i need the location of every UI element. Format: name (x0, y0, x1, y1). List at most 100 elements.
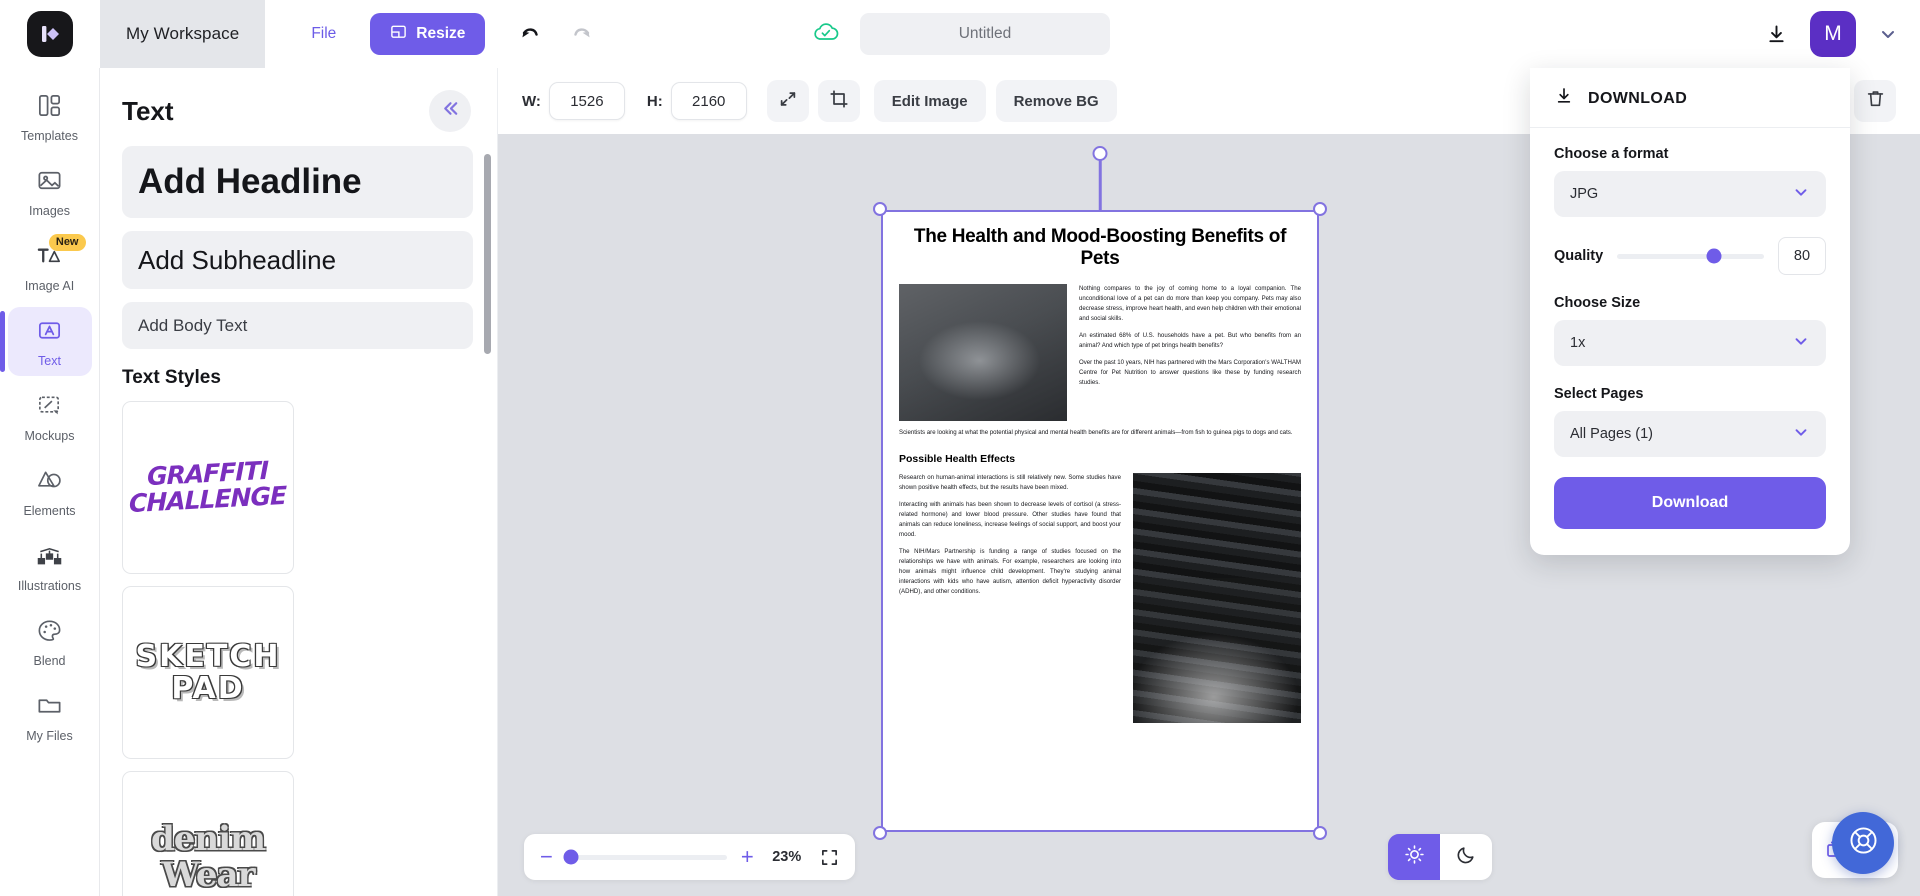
sidebar-item-images[interactable]: Images (8, 157, 92, 226)
text-style-card-denim[interactable]: denim Wear (122, 771, 294, 896)
rotate-handle[interactable] (1092, 146, 1108, 161)
quality-input[interactable]: 80 (1778, 237, 1826, 275)
resize-diagonal-icon (778, 89, 798, 114)
chevrons-left-icon (440, 98, 461, 124)
add-headline-preset[interactable]: Add Headline (122, 146, 473, 218)
zoom-level-value: 23% (772, 849, 802, 865)
redo-icon[interactable] (569, 21, 595, 47)
text-style-card-sketch[interactable]: SKETCH PAD (122, 586, 294, 759)
fit-screen-icon[interactable] (820, 848, 839, 867)
add-body-text-preset[interactable]: Add Body Text (122, 302, 473, 349)
size-select[interactable]: 1x (1554, 320, 1826, 366)
scale-button[interactable] (766, 80, 809, 122)
collapse-panel-button[interactable] (429, 90, 471, 132)
dark-theme-button[interactable] (1440, 834, 1492, 880)
sidebar-item-mockups[interactable]: Mockups (8, 382, 92, 451)
cloud-saved-icon (810, 19, 842, 50)
pages-label: Select Pages (1554, 386, 1644, 402)
blend-icon (36, 617, 63, 649)
sidebar-item-label: Templates (21, 129, 78, 143)
chevron-down-icon (1792, 423, 1810, 445)
trash-icon (1865, 88, 1886, 114)
sidebar-item-my-files[interactable]: My Files (8, 682, 92, 751)
text-panel-header: Text (100, 68, 497, 146)
sidebar-item-label: Illustrations (17, 579, 82, 593)
resize-handle-bottom-left[interactable] (873, 826, 887, 840)
undo-icon[interactable] (517, 21, 543, 47)
panel-scrollbar[interactable] (484, 154, 491, 354)
zoom-slider[interactable] (563, 849, 727, 865)
crop-button[interactable] (817, 80, 860, 122)
sidebar-item-elements[interactable]: Elements (8, 457, 92, 526)
download-panel-body: Choose a format JPG Quality 80 Choose Si… (1530, 128, 1850, 555)
quality-slider[interactable] (1617, 248, 1764, 264)
preset-label: Add Subheadline (138, 244, 337, 275)
download-icon[interactable] (1765, 23, 1788, 46)
crop-icon (829, 89, 849, 114)
mockups-icon (36, 392, 63, 424)
preset-label: Add Headline (138, 162, 362, 201)
download-panel: DOWNLOAD Choose a format JPG Quality 80 (1530, 68, 1850, 555)
history-controls (517, 21, 595, 47)
quality-slider-knob[interactable] (1706, 248, 1722, 264)
selected-element[interactable]: The Health and Mood-Boosting Benefits of… (873, 146, 1327, 840)
zoom-slider-knob[interactable] (563, 849, 579, 865)
resize-handle-top-right[interactable] (1313, 202, 1327, 216)
quality-value: 80 (1793, 248, 1811, 264)
edit-image-button[interactable]: Edit Image (873, 80, 986, 122)
format-select[interactable]: JPG (1554, 171, 1826, 217)
remove-bg-button[interactable]: Remove BG (995, 80, 1117, 122)
sidebar-item-label: Images (29, 204, 70, 218)
download-icon (1554, 86, 1574, 111)
chevron-down-icon[interactable] (1878, 24, 1898, 44)
help-button[interactable] (1832, 812, 1894, 874)
workspace-tab[interactable]: My Workspace (100, 0, 266, 68)
add-subheadline-preset[interactable]: Add Subheadline (122, 231, 473, 289)
sidebar-item-text[interactable]: Text (0, 307, 92, 376)
light-theme-button[interactable] (1388, 834, 1440, 880)
resize-handle-bottom-right[interactable] (1313, 826, 1327, 840)
text-style-card-graffiti[interactable]: GRAFFITI CHALLENGE (122, 401, 294, 574)
images-icon (36, 167, 63, 199)
minus-icon[interactable]: − (540, 846, 553, 868)
resize-handle-top-left[interactable] (873, 202, 887, 216)
app-logo-icon (27, 11, 73, 57)
sidebar-item-label: My Files (26, 729, 73, 743)
new-badge: New (48, 234, 86, 252)
page-title: Text (122, 95, 174, 126)
width-input[interactable]: 1526 (548, 82, 625, 120)
resize-button[interactable]: Resize (370, 13, 486, 55)
size-value: 1x (1570, 335, 1586, 351)
sidebar-item-label: Blend (33, 654, 66, 668)
format-label: Choose a format (1554, 146, 1669, 162)
rotation-stem (1098, 158, 1102, 210)
delete-button[interactable] (1854, 80, 1896, 122)
size-label: Choose Size (1554, 295, 1641, 311)
style-preview-text: denim Wear (151, 821, 266, 893)
file-menu-button[interactable]: File (299, 17, 348, 51)
quality-row: Quality 80 (1554, 237, 1826, 275)
height-input[interactable]: 2160 (670, 82, 747, 120)
edit-image-label: Edit Image (891, 92, 968, 110)
resize-icon (390, 23, 407, 45)
sidebar-item-label: Mockups (24, 429, 75, 443)
sidebar-item-blend[interactable]: Blend (8, 607, 92, 676)
width-value: 1526 (570, 92, 604, 110)
download-button[interactable]: Download (1554, 477, 1826, 529)
avatar[interactable]: M (1810, 11, 1856, 57)
sidebar-item-templates[interactable]: Templates (8, 82, 92, 151)
pages-select[interactable]: All Pages (1) (1554, 411, 1826, 457)
sidebar-item-image-ai[interactable]: New Image AI (8, 232, 92, 301)
plus-icon[interactable]: + (741, 846, 754, 868)
text-styles-grid: GRAFFITI CHALLENGE SKETCH PAD denim Wear (122, 401, 473, 896)
sidebar-item-illustrations[interactable]: Illustrations (8, 532, 92, 601)
width-label: W: (522, 92, 541, 110)
selection-border (881, 210, 1319, 832)
style-line-2: PAD (171, 670, 245, 706)
style-preview-text: GRAFFITI CHALLENGE (129, 456, 286, 519)
app-logo[interactable] (0, 0, 100, 68)
document-title-group: Untitled (810, 13, 1110, 55)
height-value: 2160 (692, 92, 726, 110)
text-styles-heading: Text Styles (122, 367, 221, 388)
document-title-input[interactable]: Untitled (860, 13, 1110, 55)
